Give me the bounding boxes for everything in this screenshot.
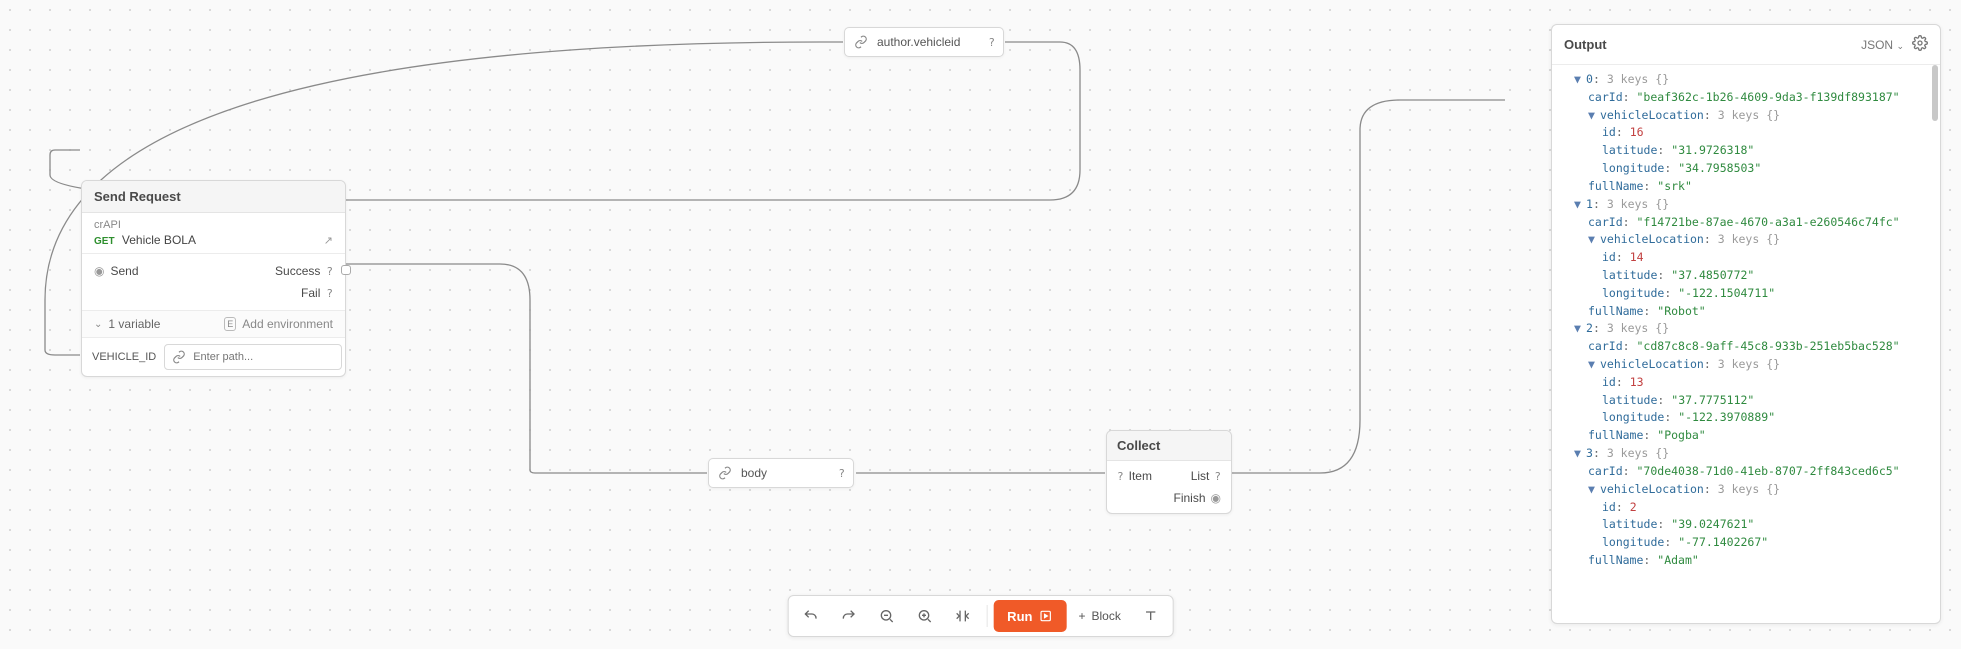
node-title: Collect (1117, 438, 1160, 453)
port-item-in[interactable]: ? (1117, 470, 1124, 483)
out-port-success[interactable] (341, 265, 351, 275)
add-block-button[interactable]: + Block (1068, 600, 1130, 632)
node-title: Send Request (94, 189, 181, 204)
port-list-label[interactable]: List (1191, 469, 1210, 483)
port-send-label[interactable]: Send (110, 264, 138, 278)
request-name[interactable]: Vehicle BOLA (122, 233, 196, 247)
radio-icon: ◉ (1211, 491, 1221, 505)
node-collect[interactable]: Collect ? Item List ? Finish ◉ (1106, 430, 1232, 514)
link-icon (171, 349, 187, 365)
http-method-tag: GET (94, 236, 115, 247)
fit-view-button[interactable] (944, 600, 980, 632)
undo-button[interactable] (792, 600, 828, 632)
toolbar-divider (986, 605, 987, 627)
chevron-down-icon[interactable]: ⌄ (94, 319, 102, 330)
pipe-out-port[interactable]: ? (988, 36, 995, 49)
request-source-label: crAPI (94, 219, 333, 231)
port-list-out[interactable]: ? (1214, 470, 1221, 483)
output-panel: Output JSON ⌄ ▼0: 3 keys {}carId: "beaf3… (1551, 24, 1941, 624)
link-icon (853, 34, 869, 50)
port-success-label[interactable]: Success (275, 264, 320, 278)
port-success[interactable]: ? (326, 265, 333, 278)
port-finish-label[interactable]: Finish (1174, 491, 1206, 505)
pipe-expression: author.vehicleid (877, 35, 980, 49)
redo-button[interactable] (830, 600, 866, 632)
port-fail[interactable]: ? (326, 287, 333, 300)
add-environment-link[interactable]: Add environment (242, 317, 333, 331)
pipe-author-vehicleid[interactable]: author.vehicleid ? (844, 27, 1004, 57)
radio-icon: ◉ (94, 264, 104, 278)
port-item-label[interactable]: Item (1129, 469, 1152, 483)
pipe-expression: body (741, 466, 830, 480)
link-icon (717, 465, 733, 481)
add-text-button[interactable] (1133, 600, 1169, 632)
pipe-body[interactable]: body ? (708, 458, 854, 488)
run-button-label: Run (1007, 609, 1032, 624)
canvas-toolbar: Run + Block (787, 595, 1174, 637)
plus-icon: + (1078, 609, 1085, 623)
zoom-in-button[interactable] (906, 600, 942, 632)
port-fail-label[interactable]: Fail (301, 286, 320, 300)
scrollbar-thumb[interactable] (1932, 65, 1938, 121)
gear-icon[interactable] (1912, 35, 1928, 54)
output-json-tree[interactable]: ▼0: 3 keys {}carId: "beaf362c-1b26-4609-… (1552, 65, 1940, 576)
variable-path-input-wrap[interactable] (164, 344, 342, 370)
pipe-out-port[interactable]: ? (838, 467, 845, 480)
variable-name: VEHICLE_ID (92, 351, 156, 363)
variables-summary[interactable]: 1 variable (108, 317, 160, 331)
output-view-mode[interactable]: JSON ⌄ (1861, 38, 1904, 52)
env-icon: E (224, 317, 236, 331)
output-title: Output (1564, 37, 1607, 52)
run-button[interactable]: Run (993, 600, 1066, 632)
variable-path-input[interactable] (193, 351, 335, 363)
zoom-out-button[interactable] (868, 600, 904, 632)
add-block-label: Block (1091, 609, 1120, 623)
node-send-request[interactable]: Send Request crAPI GET Vehicle BOLA ↗ ◉ … (81, 180, 346, 377)
open-request-icon[interactable]: ↗ (324, 234, 333, 247)
